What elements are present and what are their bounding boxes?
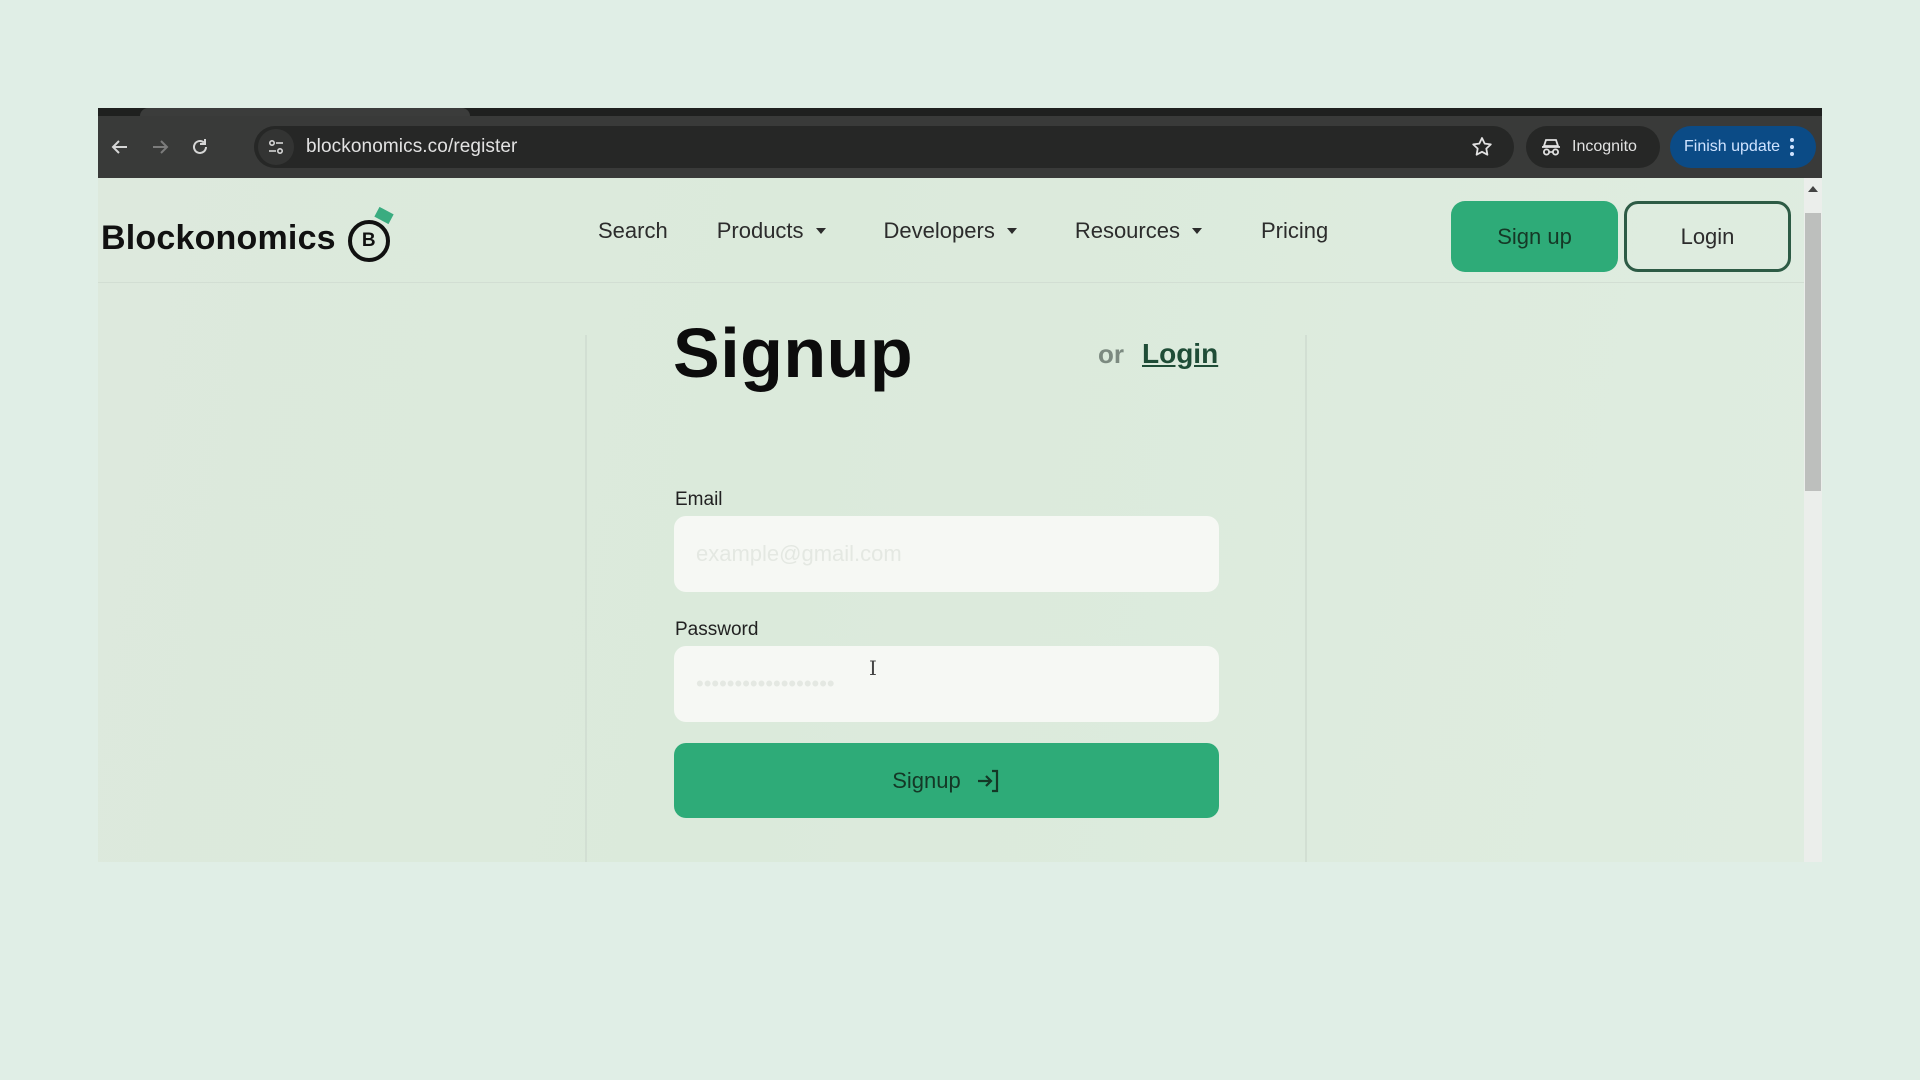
- vertical-scrollbar[interactable]: [1804, 178, 1822, 862]
- nav-search[interactable]: Search: [598, 218, 668, 244]
- incognito-icon: [1542, 139, 1560, 156]
- back-button[interactable]: [100, 127, 140, 167]
- or-login: or Login: [1098, 338, 1218, 370]
- email-label: Email: [675, 489, 723, 510]
- tab-strip: [98, 108, 1822, 116]
- forward-button[interactable]: [140, 127, 180, 167]
- logo-letter: B: [347, 220, 390, 262]
- email-field[interactable]: [674, 516, 1219, 592]
- login-arrow-icon: [977, 769, 998, 792]
- browser-window: blockonomics.co/register Incognito Finis…: [98, 108, 1822, 862]
- caret-down-icon: [815, 228, 826, 234]
- password-field[interactable]: [674, 646, 1219, 722]
- nav-resources-label: Resources: [1074, 218, 1180, 243]
- reload-button[interactable]: [180, 127, 220, 167]
- brand-name: Blockonomics: [101, 218, 336, 257]
- header-signup-button[interactable]: Sign up: [1451, 201, 1618, 272]
- nav-resources[interactable]: Resources: [1075, 218, 1202, 244]
- nav-pricing[interactable]: Pricing: [1261, 218, 1328, 244]
- active-tab[interactable]: [140, 108, 470, 116]
- submit-label: Signup: [892, 767, 961, 793]
- url-text[interactable]: blockonomics.co/register: [306, 136, 517, 158]
- reload-icon: [193, 139, 207, 154]
- address-bar[interactable]: blockonomics.co/register: [254, 126, 1514, 168]
- nav-developers-label: Developers: [883, 218, 995, 243]
- nav-products[interactable]: Products: [717, 218, 826, 244]
- nav-search-label: Search: [598, 218, 668, 243]
- nav-pricing-label: Pricing: [1260, 218, 1329, 243]
- scrollbar-thumb[interactable]: [1805, 213, 1821, 491]
- text-cursor-icon: I: [869, 656, 877, 680]
- arrow-left-icon: [111, 140, 127, 154]
- tune-icon: [268, 139, 284, 155]
- brand-logo[interactable]: Blockonomics B: [101, 206, 394, 262]
- finish-update-label: Finish update: [1684, 138, 1781, 155]
- caret-down-icon: [1006, 228, 1017, 234]
- scroll-up-arrow-icon[interactable]: [1808, 186, 1818, 192]
- site-info-button[interactable]: [258, 129, 294, 165]
- site-header: Blockonomics B Search Products Developer…: [98, 178, 1804, 283]
- nav-products-label: Products: [716, 218, 804, 243]
- page-viewport: Blockonomics B Search Products Developer…: [98, 178, 1804, 862]
- password-label: Password: [675, 619, 759, 640]
- nav-developers[interactable]: Developers: [884, 218, 1017, 244]
- incognito-label: Incognito: [1572, 138, 1637, 155]
- star-icon[interactable]: [1470, 135, 1494, 159]
- or-text: or: [1098, 339, 1124, 369]
- finish-update-button[interactable]: Finish update: [1670, 126, 1816, 168]
- kebab-menu-icon: [1790, 138, 1795, 156]
- browser-toolbar: blockonomics.co/register Incognito Finis…: [98, 116, 1822, 178]
- signup-submit-button[interactable]: Signup: [674, 743, 1219, 818]
- caret-down-icon: [1191, 228, 1202, 234]
- arrow-right-icon: [153, 140, 169, 154]
- header-login-button[interactable]: Login: [1624, 201, 1791, 272]
- login-link[interactable]: Login: [1142, 338, 1218, 370]
- incognito-indicator[interactable]: Incognito: [1526, 126, 1660, 168]
- logo-b-icon: B: [346, 206, 394, 262]
- main-nav: Search Products Developers Resources Pri…: [598, 214, 1328, 248]
- page-title: Signup: [673, 314, 914, 392]
